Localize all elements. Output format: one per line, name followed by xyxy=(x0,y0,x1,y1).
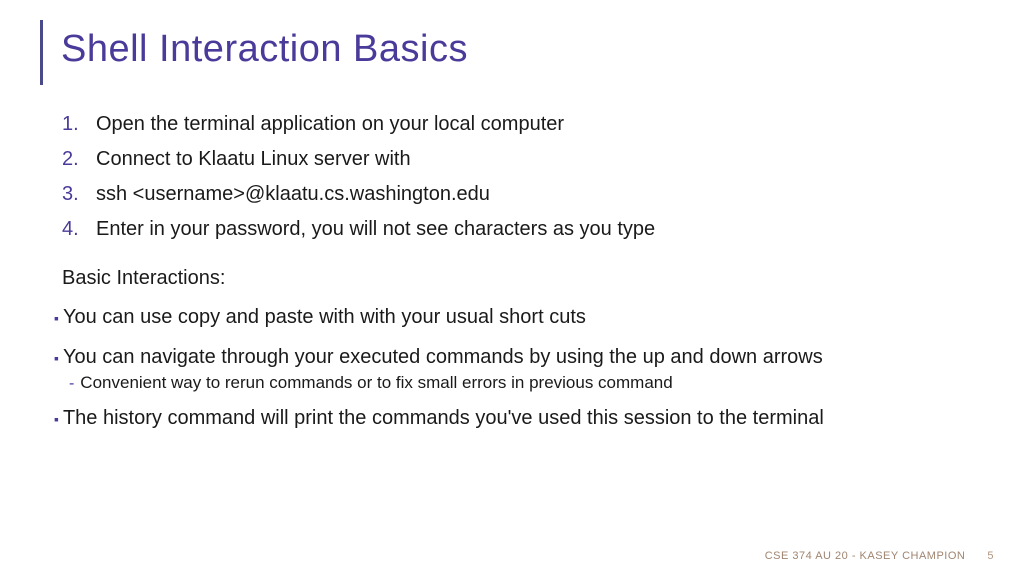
list-item: Open the terminal application on your lo… xyxy=(62,113,984,136)
bullet-content: You can navigate through your executed c… xyxy=(63,344,984,393)
slide-title: Shell Interaction Basics xyxy=(61,20,468,85)
list-item: ssh <username>@klaatu.cs.washington.edu xyxy=(62,183,984,206)
list-item: ▪ You can use copy and paste with with y… xyxy=(54,304,984,332)
step-text: Enter in your password, you will not see… xyxy=(96,218,655,241)
step-text: ssh <username>@klaatu.cs.washington.edu xyxy=(96,183,490,206)
title-accent-bar xyxy=(40,20,43,85)
bullet-text: You can navigate through your executed c… xyxy=(63,344,984,371)
slide: Shell Interaction Basics Open the termin… xyxy=(0,0,1024,576)
sub-item: - Convenient way to rerun commands or to… xyxy=(69,373,984,393)
bullet-icon: ▪ xyxy=(54,405,59,433)
bullet-content: The history command will print the comma… xyxy=(63,405,984,432)
page-number: 5 xyxy=(987,550,994,562)
sub-text: Convenient way to rerun commands or to f… xyxy=(80,373,672,393)
numbered-steps: Open the terminal application on your lo… xyxy=(62,113,984,241)
bullet-text: You can use copy and paste with with you… xyxy=(63,304,984,331)
step-text: Connect to Klaatu Linux server with xyxy=(96,148,411,171)
bullet-text: The history command will print the comma… xyxy=(63,405,984,432)
step-text: Open the terminal application on your lo… xyxy=(96,113,564,136)
footer-label: CSE 374 AU 20 - KASEY CHAMPION xyxy=(765,550,966,562)
list-item: ▪ You can navigate through your executed… xyxy=(54,344,984,393)
list-item: Enter in your password, you will not see… xyxy=(62,218,984,241)
list-item: ▪ The history command will print the com… xyxy=(54,405,984,433)
list-item: Connect to Klaatu Linux server with xyxy=(62,148,984,171)
section-heading: Basic Interactions: xyxy=(62,267,984,290)
bullet-icon: ▪ xyxy=(54,344,59,372)
bullet-content: You can use copy and paste with with you… xyxy=(63,304,984,331)
dash-icon: - xyxy=(69,375,74,393)
bullet-icon: ▪ xyxy=(54,304,59,332)
bullet-list: ▪ You can use copy and paste with with y… xyxy=(54,304,984,433)
title-block: Shell Interaction Basics xyxy=(40,20,984,85)
slide-footer: CSE 374 AU 20 - KASEY CHAMPION 5 xyxy=(765,550,994,562)
